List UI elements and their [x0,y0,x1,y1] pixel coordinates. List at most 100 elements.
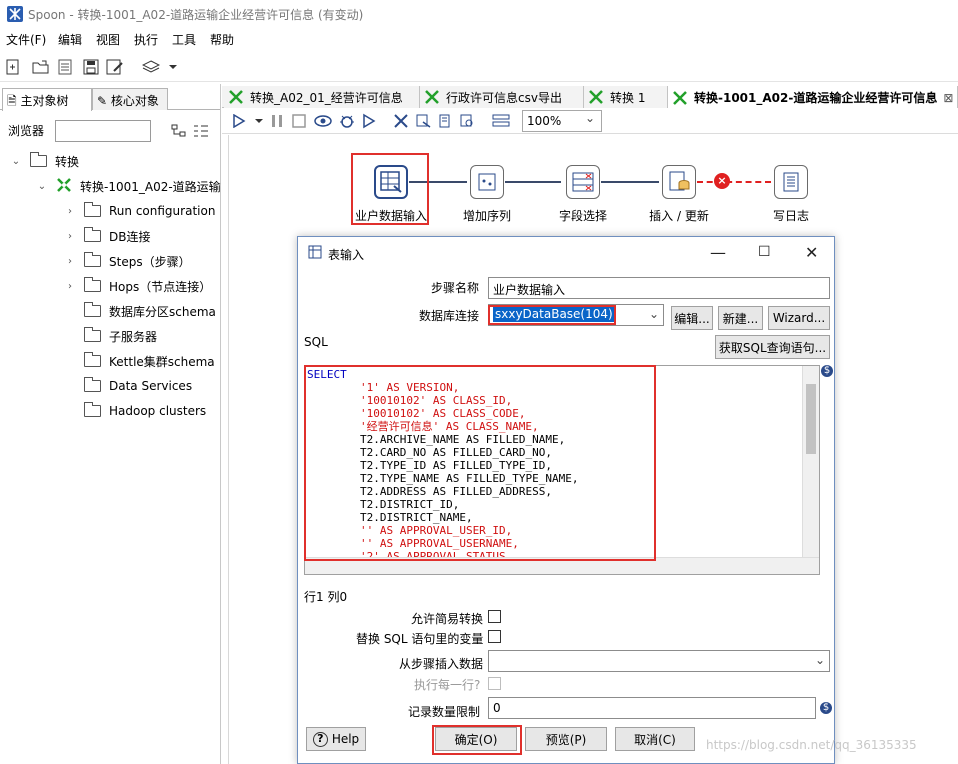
tree-item[interactable]: Hadoop clusters [64,400,206,422]
folder-icon [84,252,101,267]
cancel-button[interactable]: 取消(C) [615,727,695,751]
hop-line[interactable] [505,181,561,183]
new-connection-button[interactable]: 新建... [718,306,763,330]
perspective-layers-icon[interactable] [140,56,162,78]
replace-variables-checkbox[interactable] [488,630,501,643]
step-insert-update[interactable] [662,165,696,199]
watermark: https://blog.csdn.net/qq_36135335 [706,738,917,752]
open-file-icon[interactable] [30,56,52,78]
transform-icon [588,89,606,105]
menu-view[interactable]: 视图 [96,31,120,48]
scroll-thumb[interactable] [806,384,816,454]
execute-each-row-checkbox[interactable] [488,677,501,690]
tab-main-object-tree[interactable]: 🗎 主对象树 [2,88,92,111]
tab-core-objects-label: 核心对象 [110,94,159,108]
step-write-log[interactable] [774,165,808,199]
tree-item-label: Hadoop clusters [109,404,207,418]
chevron-right-icon[interactable]: › [64,256,76,267]
pause-icon[interactable] [268,112,286,130]
maximize-icon[interactable]: ☐ [758,244,771,260]
verify-icon[interactable] [392,112,410,130]
menu-help[interactable]: 帮助 [210,31,234,48]
tree-transform-node[interactable]: ⌄ 转换-1001_A02-道路运输 [36,175,221,197]
tree-item[interactable]: 数据库分区schema [64,300,216,322]
replay-icon[interactable] [360,112,378,130]
new-file-icon[interactable] [2,56,24,78]
browse-search-input[interactable] [55,120,151,142]
limit-input[interactable]: 0 [488,697,816,719]
tree-item[interactable]: Kettle集群schema [64,350,215,372]
tab-transform-a02-01[interactable]: 转换_A02_01_经营许可信息 [224,86,420,108]
tree-item[interactable]: › DB连接 [64,225,150,247]
tab-transform-1001-a02[interactable]: 转换-1001_A02-道路运输企业经营许可信息 ⊠ [668,86,958,109]
zoom-select[interactable]: 100% [522,110,602,132]
save-as-icon[interactable] [104,56,126,78]
run-icon[interactable] [230,112,248,130]
show-results-icon[interactable] [492,112,510,130]
tab-label: 转换_A02_01_经营许可信息 [250,90,403,105]
tree-item[interactable]: 子服务器 [64,325,157,347]
menu-tools[interactable]: 工具 [172,31,196,48]
tree-item[interactable]: › Hops（节点连接） [64,275,211,297]
tree-root-transform[interactable]: ⌄ 转换 [10,150,79,172]
perspective-dropdown-icon[interactable] [162,56,184,78]
explore-repository-icon[interactable] [54,56,76,78]
edit-connection-button[interactable]: 编辑... [671,306,713,330]
get-sql-button[interactable]: 获取SQL查询语句... [715,335,830,359]
lazy-conversion-checkbox[interactable] [488,610,501,623]
chevron-down-icon[interactable]: ⌄ [649,307,659,321]
chevron-right-icon[interactable]: › [64,206,76,217]
step-name-input[interactable]: 业户数据输入 [488,277,830,299]
chevron-down-icon[interactable]: ⌄ [815,653,825,667]
editor-tabs: 转换_A02_01_经营许可信息 行政许可信息csv导出 转换 1 转换-100… [222,86,958,109]
zoom-value: 100% [527,114,562,128]
tree-item[interactable]: › Steps（步骤） [64,250,191,272]
preview-icon[interactable] [314,112,332,130]
close-tab-icon[interactable]: ⊠ [943,91,953,105]
chevron-right-icon[interactable]: › [64,231,76,242]
stop-icon[interactable] [290,112,308,130]
expand-all-icon[interactable] [190,120,212,142]
step-label: 字段选择 [558,209,607,223]
menu-edit[interactable]: 编辑 [58,31,82,48]
cursor-position: 行1 列0 [304,590,348,604]
help-button[interactable]: ? Help [306,727,366,751]
window-title: Spoon - 转换-1001_A02-道路运输企业经营许可信息 (有变动) [28,8,364,22]
tab-core-objects[interactable]: ✎ 核心对象 [92,88,168,110]
variable-icon[interactable]: $ [820,702,832,714]
close-icon[interactable]: ✕ [805,243,818,262]
minimize-icon[interactable]: — [710,243,726,262]
tree-item[interactable]: Data Services [64,375,192,397]
menu-file[interactable]: 文件(F) [6,31,46,48]
error-hop-line[interactable] [697,181,771,183]
dialog-title: 表输入 [328,248,365,262]
object-tree-icon: 🗎 [7,94,17,108]
step-add-sequence[interactable] [470,165,504,199]
variable-icon[interactable]: $ [821,365,833,377]
chevron-down-icon[interactable]: ⌄ [36,181,48,192]
sql-label: SQL [304,335,328,349]
save-icon[interactable] [80,56,102,78]
tab-transform-1[interactable]: 转换 1 [584,86,668,108]
sql-icon[interactable] [436,112,454,130]
tab-label: 转换 1 [610,90,646,105]
error-hop-icon[interactable]: × [714,173,730,189]
preview-button[interactable]: 预览(P) [525,727,607,751]
impact-icon[interactable] [414,112,432,130]
lazy-conversion-label: 允许简易转换 [411,612,484,626]
tree-item[interactable]: › Run configuration [64,200,215,222]
wizard-button[interactable]: Wizard... [768,306,830,330]
explore-db-icon[interactable] [458,112,476,130]
sql-vertical-scrollbar[interactable] [802,366,819,559]
chevron-down-icon[interactable]: ⌄ [10,156,22,167]
menu-run[interactable]: 执行 [134,31,158,48]
insert-from-step-select[interactable]: ⌄ [488,650,830,672]
collapse-all-icon[interactable] [168,120,190,142]
spoon-app-icon [7,6,23,22]
step-select-values[interactable] [566,165,600,199]
run-dropdown-icon[interactable] [250,112,268,130]
debug-icon[interactable] [338,112,356,130]
hop-line[interactable] [601,181,659,183]
chevron-right-icon[interactable]: › [64,281,76,292]
tab-admin-license-csv[interactable]: 行政许可信息csv导出 [420,86,584,108]
